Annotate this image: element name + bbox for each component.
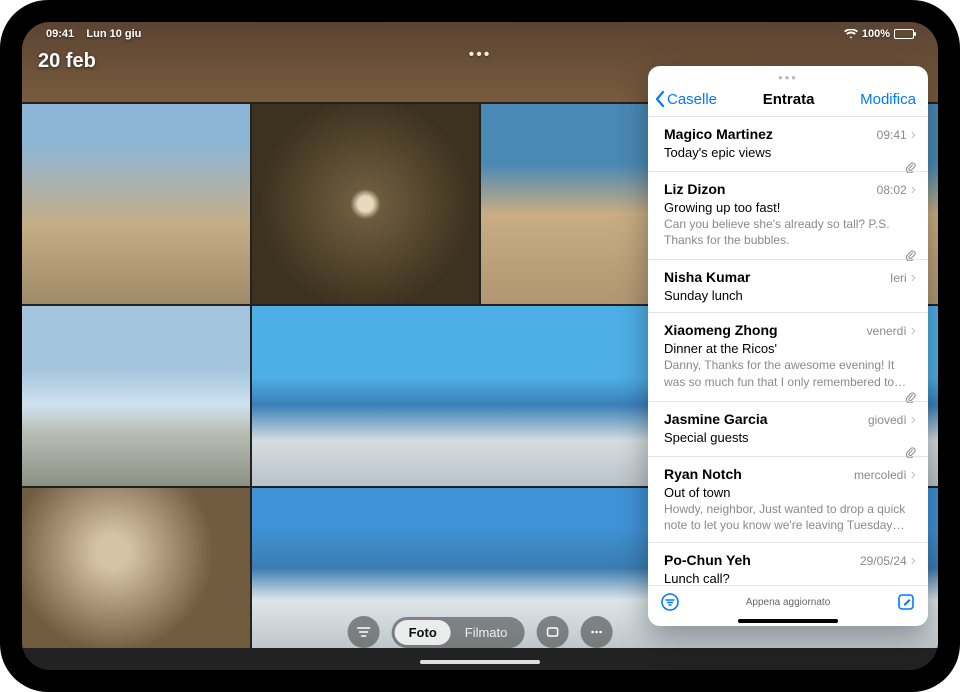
mail-nav-header: Caselle Entrata Modifica xyxy=(648,84,928,116)
mail-time: giovedì xyxy=(868,413,907,427)
mail-list[interactable]: Magico Martinez09:41›Today's epic viewsL… xyxy=(648,116,928,585)
mail-sender: Xiaomeng Zhong xyxy=(664,322,778,338)
slideover-home-indicator[interactable] xyxy=(738,619,838,623)
mail-meta: 29/05/24 › xyxy=(860,552,916,570)
mail-time: 29/05/24 xyxy=(860,554,907,568)
mail-item[interactable]: Ryan Notch mercoledì ›Out of townHowdy, ne… xyxy=(648,457,928,543)
chevron-left-icon xyxy=(654,90,665,108)
chevron-right-icon: › xyxy=(911,552,916,570)
mail-meta: Ieri › xyxy=(890,269,916,287)
mail-meta: mercoledì › xyxy=(854,466,916,484)
photo-tile[interactable] xyxy=(22,488,250,648)
mail-subject: Today's epic views xyxy=(664,145,916,160)
mail-preview: Danny, Thanks for the awesome evening! I… xyxy=(664,357,916,389)
mail-footer: Appena aggiornato xyxy=(648,585,928,626)
mail-time: mercoledì xyxy=(854,468,907,482)
mail-subject: Dinner at the Ricos' xyxy=(664,341,916,356)
mail-sender: Ryan Notch xyxy=(664,466,742,482)
mail-time: venerdì xyxy=(867,324,907,338)
mail-subject: Growing up too fast! xyxy=(664,200,916,215)
mail-item[interactable]: Magico Martinez 09:41 ›Today's epic views xyxy=(648,117,928,172)
mail-sender: Magico Martinez xyxy=(664,126,773,142)
mail-meta: 09:41 › xyxy=(877,126,916,144)
screen: 09:41 Lun 10 giu 100% 20 feb ••• Foto xyxy=(22,22,938,670)
mail-sender: Jasmine Garcia xyxy=(664,411,768,427)
compose-button[interactable] xyxy=(896,592,916,612)
battery-icon xyxy=(894,29,914,39)
media-type-segment[interactable]: Foto Filmato xyxy=(392,617,525,648)
status-date: Lun 10 giu xyxy=(86,28,141,40)
device-bezel: 09:41 Lun 10 giu 100% 20 feb ••• Foto xyxy=(0,0,960,692)
mail-preview: Howdy, neighbor, Just wanted to drop a q… xyxy=(664,501,916,533)
status-time: 09:41 xyxy=(46,28,74,40)
mail-item[interactable]: Xiaomeng Zhong venerdì ›Dinner at the Rico… xyxy=(648,313,928,401)
mail-item[interactable]: Po-Chun Yeh 29/05/24 ›Lunch call? xyxy=(648,543,928,585)
mail-sender: Liz Dizon xyxy=(664,181,725,197)
mail-meta: venerdì › xyxy=(867,322,916,340)
mail-item[interactable]: Liz Dizon 08:02 ›Growing up too fast!Can y… xyxy=(648,172,928,260)
edit-button[interactable]: Modifica xyxy=(860,91,916,108)
photo-tile[interactable] xyxy=(252,104,480,304)
mail-status-label: Appena aggiornato xyxy=(746,597,831,608)
chevron-right-icon: › xyxy=(911,411,916,429)
aspect-button[interactable] xyxy=(536,616,568,648)
filter-mail-button[interactable] xyxy=(660,592,680,612)
home-indicator[interactable] xyxy=(420,660,540,664)
mail-preview: Can you believe she's already so tall? P… xyxy=(664,216,916,248)
photo-tile[interactable] xyxy=(22,306,250,486)
battery-percent: 100% xyxy=(862,28,890,40)
back-label: Caselle xyxy=(667,91,717,108)
filter-button[interactable] xyxy=(348,616,380,648)
mail-sender: Nisha Kumar xyxy=(664,269,750,285)
multitask-grabber-icon[interactable]: ••• xyxy=(469,46,492,64)
mail-time: 08:02 xyxy=(877,183,907,197)
slideover-grabber-icon[interactable]: ••• xyxy=(778,71,798,84)
chevron-right-icon: › xyxy=(911,466,916,484)
mail-meta: giovedì › xyxy=(868,411,916,429)
mail-subject: Special guests xyxy=(664,430,916,445)
back-button[interactable]: Caselle xyxy=(654,90,717,108)
mail-time: Ieri xyxy=(890,271,907,285)
mail-item[interactable]: Jasmine Garcia giovedì ›Special guests xyxy=(648,402,928,457)
mail-time: 09:41 xyxy=(877,128,907,142)
mail-slideover-panel: ••• Caselle Entrata Modifica Magico Mart… xyxy=(648,66,928,626)
chevron-right-icon: › xyxy=(911,126,916,144)
mail-sender: Po-Chun Yeh xyxy=(664,552,751,568)
chevron-right-icon: › xyxy=(911,322,916,340)
photos-toolbar: Foto Filmato xyxy=(348,616,613,648)
status-right: 100% xyxy=(844,28,914,40)
more-button[interactable] xyxy=(580,616,612,648)
chevron-right-icon: › xyxy=(911,269,916,287)
mail-subject: Out of town xyxy=(664,485,916,500)
mail-subject: Sunday lunch xyxy=(664,288,916,303)
photo-tile[interactable] xyxy=(22,104,250,304)
mail-meta: 08:02 › xyxy=(877,181,916,199)
status-bar: 09:41 Lun 10 giu 100% xyxy=(22,24,938,44)
status-left: 09:41 Lun 10 giu xyxy=(46,28,141,40)
segment-photo[interactable]: Foto xyxy=(395,620,451,645)
mail-subject: Lunch call? xyxy=(664,571,916,585)
mail-item[interactable]: Nisha Kumar Ieri ›Sunday lunch xyxy=(648,260,928,313)
photos-date-label: 20 feb xyxy=(38,50,96,73)
segment-video[interactable]: Filmato xyxy=(451,620,522,645)
wifi-icon xyxy=(844,29,858,39)
chevron-right-icon: › xyxy=(911,181,916,199)
mail-title: Entrata xyxy=(763,91,815,108)
